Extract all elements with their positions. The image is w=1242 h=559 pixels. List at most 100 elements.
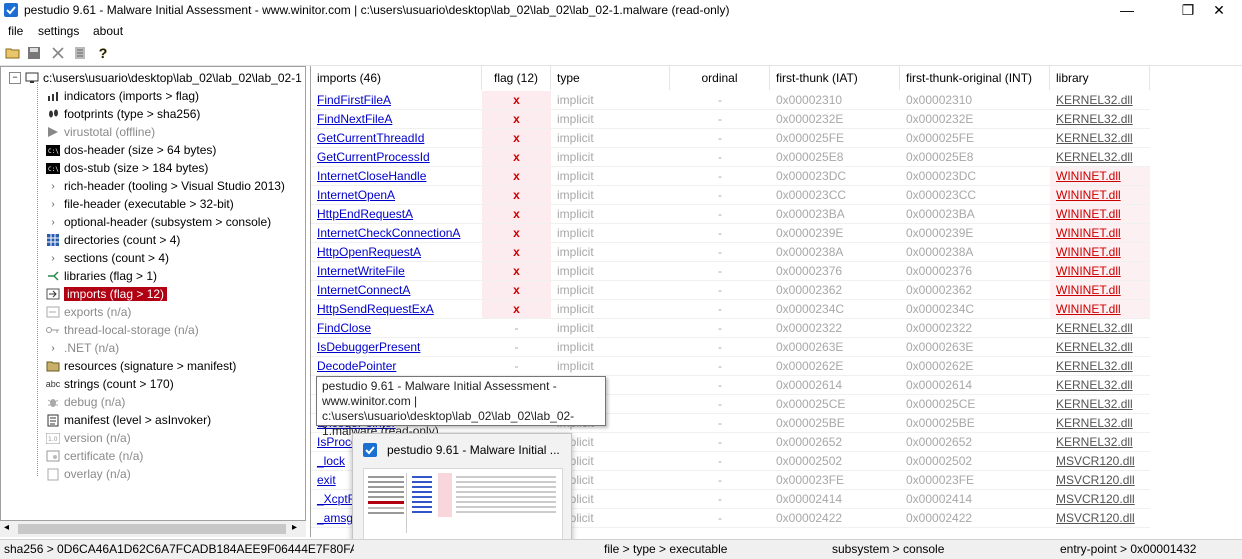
table-row[interactable]: HttpOpenRequestA x implicit -0x0000238A 0x00… — [311, 243, 1242, 262]
cell-library[interactable]: KERNEL32.dll — [1050, 395, 1150, 414]
tree-connector — [37, 81, 38, 476]
cell-library[interactable]: KERNEL32.dll — [1050, 433, 1150, 452]
cell-import-name[interactable]: InternetCloseHandle — [311, 167, 482, 186]
table-row[interactable]: HttpEndRequestA x implicit -0x000023BA 0x000… — [311, 205, 1242, 224]
table-row[interactable]: FindClose - implicit -0x00002322 0x00002322 K… — [311, 319, 1242, 338]
tree-horizontal-scrollbar[interactable]: ◂ ▸ — [0, 521, 306, 537]
cell-import-name[interactable]: InternetCheckConnectionA — [311, 224, 482, 243]
tree-item[interactable]: › .NET (n/a) — [45, 339, 119, 357]
cell-library[interactable]: WININET.dll — [1050, 281, 1150, 300]
cell-library[interactable]: KERNEL32.dll — [1050, 91, 1150, 110]
cell-library[interactable]: KERNEL32.dll — [1050, 319, 1150, 338]
cell-library[interactable]: KERNEL32.dll — [1050, 338, 1150, 357]
cut-icon[interactable] — [50, 45, 66, 61]
column-header[interactable]: ordinal — [670, 66, 770, 90]
list-icon[interactable] — [72, 45, 88, 61]
cell-library[interactable]: WININET.dll — [1050, 167, 1150, 186]
tree-item[interactable]: › file-header (executable > 32-bit) — [45, 195, 233, 213]
scrollbar-thumb[interactable] — [18, 524, 286, 534]
tree-item[interactable]: virustotal (offline) — [45, 123, 155, 141]
cell-import-name[interactable]: InternetWriteFile — [311, 262, 482, 281]
cell-library[interactable]: WININET.dll — [1050, 205, 1150, 224]
scroll-left-icon[interactable]: ◂ — [4, 522, 9, 533]
tree-item[interactable]: manifest (level > asInvoker) — [45, 411, 211, 429]
table-row[interactable]: InternetCheckConnectionA x implicit -0x0000… — [311, 224, 1242, 243]
tree-item[interactable]: › rich-header (tooling > Visual Studio 20… — [45, 177, 285, 195]
menu-about[interactable]: about — [93, 24, 123, 38]
tree-item[interactable]: exports (n/a) — [45, 303, 131, 321]
tree-item[interactable]: 1.0 version (n/a) — [45, 429, 131, 447]
cell-library[interactable]: MSVCR120.dll — [1050, 509, 1150, 528]
cell-library[interactable]: KERNEL32.dll — [1050, 376, 1150, 395]
cell-import-name[interactable]: GetCurrentProcessId — [311, 148, 482, 167]
tree-item[interactable]: indicators (imports > flag) — [45, 87, 199, 105]
cell-library[interactable]: KERNEL32.dll — [1050, 129, 1150, 148]
cell-import-name[interactable]: DecodePointer — [311, 357, 482, 376]
tree-item[interactable]: directories (count > 4) — [45, 231, 180, 249]
table-row[interactable]: IsDebuggerPresent - implicit -0x0000263E 0x0… — [311, 338, 1242, 357]
tree-item[interactable]: certificate (n/a) — [45, 447, 143, 465]
tree-item[interactable]: imports (flag > 12) — [45, 285, 168, 303]
cell-library[interactable]: WININET.dll — [1050, 243, 1150, 262]
tree-root[interactable]: − c:\users\usuario\desktop\lab_02\lab_02… — [9, 69, 302, 87]
table-row[interactable]: FindNextFileA x implicit -0x0000232E 0x00002… — [311, 110, 1242, 129]
table-row[interactable]: GetCurrentProcessId x implicit -0x000025E8 0… — [311, 148, 1242, 167]
scroll-right-icon[interactable]: ▸ — [292, 522, 297, 533]
table-row[interactable]: InternetWriteFile x implicit -0x00002376 0x0… — [311, 262, 1242, 281]
tree-item[interactable]: C:\ dos-stub (size > 184 bytes) — [45, 159, 208, 177]
tree-item[interactable]: › sections (count > 4) — [45, 249, 169, 267]
cell-library[interactable]: KERNEL32.dll — [1050, 110, 1150, 129]
table-row[interactable]: GetCurrentThreadId x implicit -0x000025FE 0x… — [311, 129, 1242, 148]
column-header[interactable]: flag (12) — [482, 66, 551, 90]
cell-import-name[interactable]: FindClose — [311, 319, 482, 338]
table-row[interactable]: InternetOpenA x implicit -0x000023CC 0x00002… — [311, 186, 1242, 205]
column-header[interactable]: type — [551, 66, 670, 90]
taskbar-thumbnail[interactable]: pestudio 9.61 - Malware Initial ... — [352, 433, 572, 543]
tree-item[interactable]: footprints (type > sha256) — [45, 105, 200, 123]
menu-file[interactable]: file — [8, 24, 23, 38]
open-folder-icon[interactable] — [5, 45, 21, 61]
table-row[interactable]: InternetCloseHandle x implicit -0x000023DC 0… — [311, 167, 1242, 186]
cell-library[interactable]: MSVCR120.dll — [1050, 490, 1150, 509]
tree-item[interactable]: debug (n/a) — [45, 393, 125, 411]
table-row[interactable]: HttpSendRequestExA x implicit -0x0000234C 0x… — [311, 300, 1242, 319]
save-icon[interactable] — [26, 45, 42, 61]
cell-import-name[interactable]: GetCurrentThreadId — [311, 129, 482, 148]
cell-import-name[interactable]: HttpEndRequestA — [311, 205, 482, 224]
column-header[interactable]: imports (46) — [311, 66, 482, 90]
cell-import-name[interactable]: FindFirstFileA — [311, 91, 482, 110]
cell-import-name[interactable]: HttpSendRequestExA — [311, 300, 482, 319]
table-row[interactable]: InternetConnectA x implicit -0x00002362 0x00… — [311, 281, 1242, 300]
minimize-button[interactable]: — — [1104, 0, 1150, 21]
tree-item[interactable]: C:\ dos-header (size > 64 bytes) — [45, 141, 216, 159]
tree-item[interactable]: libraries (flag > 1) — [45, 267, 157, 285]
column-header[interactable]: first-thunk-original (INT) — [900, 66, 1050, 90]
menu-settings[interactable]: settings — [38, 24, 79, 38]
cell-library[interactable]: WININET.dll — [1050, 300, 1150, 319]
cell-library[interactable]: KERNEL32.dll — [1050, 148, 1150, 167]
cell-library[interactable]: WININET.dll — [1050, 186, 1150, 205]
tree-item[interactable]: thread-local-storage (n/a) — [45, 321, 199, 339]
collapse-icon[interactable]: − — [9, 72, 21, 84]
cell-library[interactable]: MSVCR120.dll — [1050, 471, 1150, 490]
cell-library[interactable]: MSVCR120.dll — [1050, 452, 1150, 471]
tree-item[interactable]: › optional-header (subsystem > console) — [45, 213, 271, 231]
cell-import-name[interactable]: InternetOpenA — [311, 186, 482, 205]
tree-item[interactable]: overlay (n/a) — [45, 465, 131, 483]
help-icon[interactable]: ? — [95, 45, 111, 61]
table-row[interactable]: DecodePointer - implicit -0x0000262E 0x00002… — [311, 357, 1242, 376]
table-row[interactable]: FindFirstFileA x implicit -0x00002310 0x0000… — [311, 91, 1242, 110]
cell-library[interactable]: KERNEL32.dll — [1050, 414, 1150, 433]
column-header[interactable]: library — [1050, 66, 1150, 90]
column-header[interactable]: first-thunk (IAT) — [770, 66, 900, 90]
cell-import-name[interactable]: FindNextFileA — [311, 110, 482, 129]
cell-import-name[interactable]: HttpOpenRequestA — [311, 243, 482, 262]
tree-item[interactable]: resources (signature > manifest) — [45, 357, 236, 375]
cell-import-name[interactable]: InternetConnectA — [311, 281, 482, 300]
cell-library[interactable]: KERNEL32.dll — [1050, 357, 1150, 376]
cell-import-name[interactable]: IsDebuggerPresent — [311, 338, 482, 357]
cell-library[interactable]: WININET.dll — [1050, 262, 1150, 281]
cell-library[interactable]: WININET.dll — [1050, 224, 1150, 243]
close-button[interactable]: ✕ — [1196, 0, 1242, 21]
tree-item[interactable]: abc strings (count > 170) — [45, 375, 174, 393]
